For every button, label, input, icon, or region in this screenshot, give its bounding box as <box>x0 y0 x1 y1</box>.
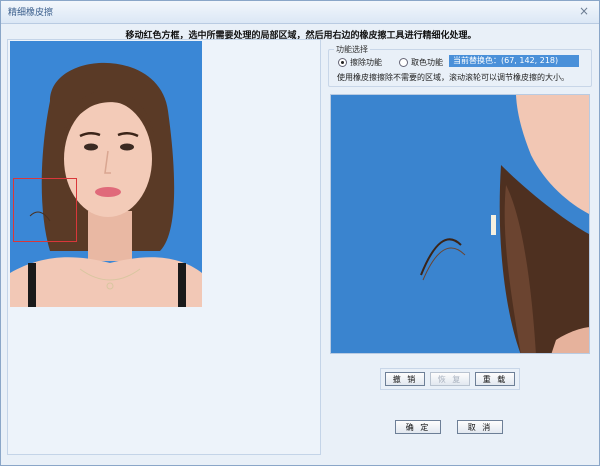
function-group-label: 功能选择 <box>334 44 370 55</box>
zoom-preview-canvas[interactable] <box>330 94 590 354</box>
erase-radio-label: 擦除功能 <box>350 58 382 67</box>
selection-box[interactable] <box>13 178 77 242</box>
close-button[interactable]: × <box>577 4 591 18</box>
undo-button[interactable]: 撤 销 <box>385 372 425 386</box>
window-title: 精细橡皮擦 <box>8 8 54 18</box>
radio-indicator <box>399 58 408 67</box>
cancel-button[interactable]: 取 消 <box>457 420 503 434</box>
title-bar: 精细橡皮擦 × <box>1 1 599 24</box>
reload-button[interactable]: 重 载 <box>475 372 515 386</box>
pick-color-radio-label: 取色功能 <box>411 58 443 67</box>
portrait-photo <box>10 41 202 307</box>
ok-button[interactable]: 确 定 <box>395 420 441 434</box>
fine-eraser-dialog: 精细橡皮擦 × 移动红色方框，选中所需要处理的局部区域，然后用右边的橡皮擦工具进… <box>0 0 600 466</box>
zoomed-region <box>331 95 589 353</box>
portrait-illustration <box>10 41 202 307</box>
redo-button[interactable]: 恢 复 <box>430 372 470 386</box>
erase-radio[interactable]: 擦除功能 <box>338 57 382 68</box>
current-replace-color: 当前替换色：(67, 142, 218) <box>449 55 579 67</box>
eraser-hint: 使用橡皮擦擦除不需要的区域，滚动滚轮可以调节橡皮擦的大小。 <box>337 73 569 82</box>
radio-indicator <box>338 58 347 67</box>
pick-color-radio[interactable]: 取色功能 <box>399 57 443 68</box>
